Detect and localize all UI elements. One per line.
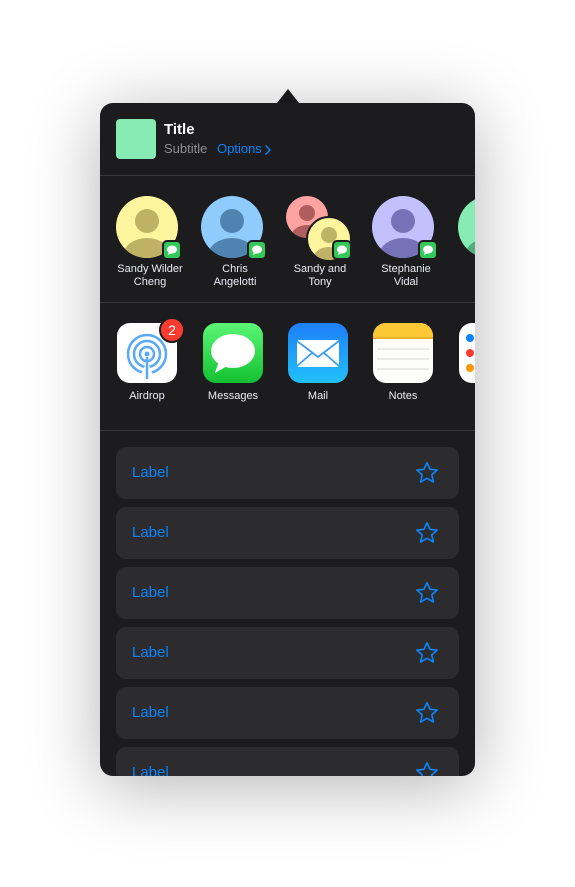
action-label: Label <box>132 764 169 776</box>
app-label: Re <box>442 390 475 402</box>
person-name: Stephanie Vidal <box>381 263 431 288</box>
action-row[interactable]: Label <box>116 447 459 499</box>
notes-icon <box>373 323 433 383</box>
app-notes[interactable]: Notes <box>356 323 441 413</box>
action-list: Label Label Label Label Label Label <box>100 431 475 776</box>
action-label: Label <box>132 464 169 481</box>
messages-badge-icon <box>162 240 182 260</box>
person-partial[interactable]: A <box>442 196 475 296</box>
messages-badge-icon <box>418 240 438 260</box>
person-chris-angelotti[interactable]: Chris Angelotti <box>185 196 270 296</box>
people-row: Sandy Wilder Cheng Chris Angelotti Sandy… <box>100 176 475 303</box>
avatar <box>458 196 475 258</box>
notification-badge: 2 <box>159 317 185 343</box>
action-row[interactable]: Label <box>116 687 459 739</box>
action-label: Label <box>132 524 169 541</box>
app-label: Airdrop <box>129 390 165 402</box>
person-name: A <box>442 263 475 276</box>
person-stephanie-vidal[interactable]: Stephanie Vidal <box>356 196 441 296</box>
app-mail[interactable]: Mail <box>271 323 356 413</box>
action-row[interactable]: Label <box>116 747 459 776</box>
star-icon <box>416 701 438 723</box>
star-icon <box>416 461 438 483</box>
action-row[interactable]: Label <box>116 567 459 619</box>
share-title: Title <box>164 121 195 138</box>
action-label: Label <box>132 584 169 601</box>
chevron-right-icon <box>265 144 271 155</box>
action-row[interactable]: Label <box>116 507 459 559</box>
messages-badge-icon <box>247 240 267 260</box>
popover-arrow <box>277 89 299 103</box>
star-icon <box>416 521 438 543</box>
options-button[interactable]: Options <box>217 141 271 156</box>
person-name: Sandy and Tony <box>293 263 347 288</box>
reminders-icon <box>459 323 475 383</box>
star-icon <box>416 641 438 663</box>
app-airdrop[interactable]: 2 Airdrop <box>100 317 185 413</box>
app-label: Messages <box>207 390 259 402</box>
subtitle-row: Subtitle Options <box>164 141 271 156</box>
action-label: Label <box>132 704 169 721</box>
app-reminders[interactable]: Re <box>442 323 475 413</box>
messages-badge-icon <box>332 240 352 260</box>
apps-row: 2 Airdrop Messages Mail Notes <box>100 303 475 431</box>
star-icon <box>416 581 438 603</box>
share-header: Title Subtitle Options <box>100 103 475 176</box>
share-sheet-popover: Title Subtitle Options Sandy Wilder Cheng <box>100 103 475 776</box>
action-label: Label <box>132 644 169 661</box>
star-icon <box>416 761 438 776</box>
app-messages[interactable]: Messages <box>186 323 271 413</box>
action-row[interactable]: Label <box>116 627 459 679</box>
options-label: Options <box>217 141 262 156</box>
share-subtitle: Subtitle <box>164 141 208 156</box>
content-thumbnail <box>116 119 156 159</box>
person-group-sandy-and-tony[interactable]: Sandy and Tony <box>270 196 355 296</box>
mail-icon <box>288 323 348 383</box>
person-sandy-wilder-cheng[interactable]: Sandy Wilder Cheng <box>100 196 185 296</box>
app-label: Mail <box>307 390 329 402</box>
messages-icon <box>203 323 263 383</box>
app-label: Notes <box>388 390 418 402</box>
person-silhouette-icon <box>465 241 475 258</box>
